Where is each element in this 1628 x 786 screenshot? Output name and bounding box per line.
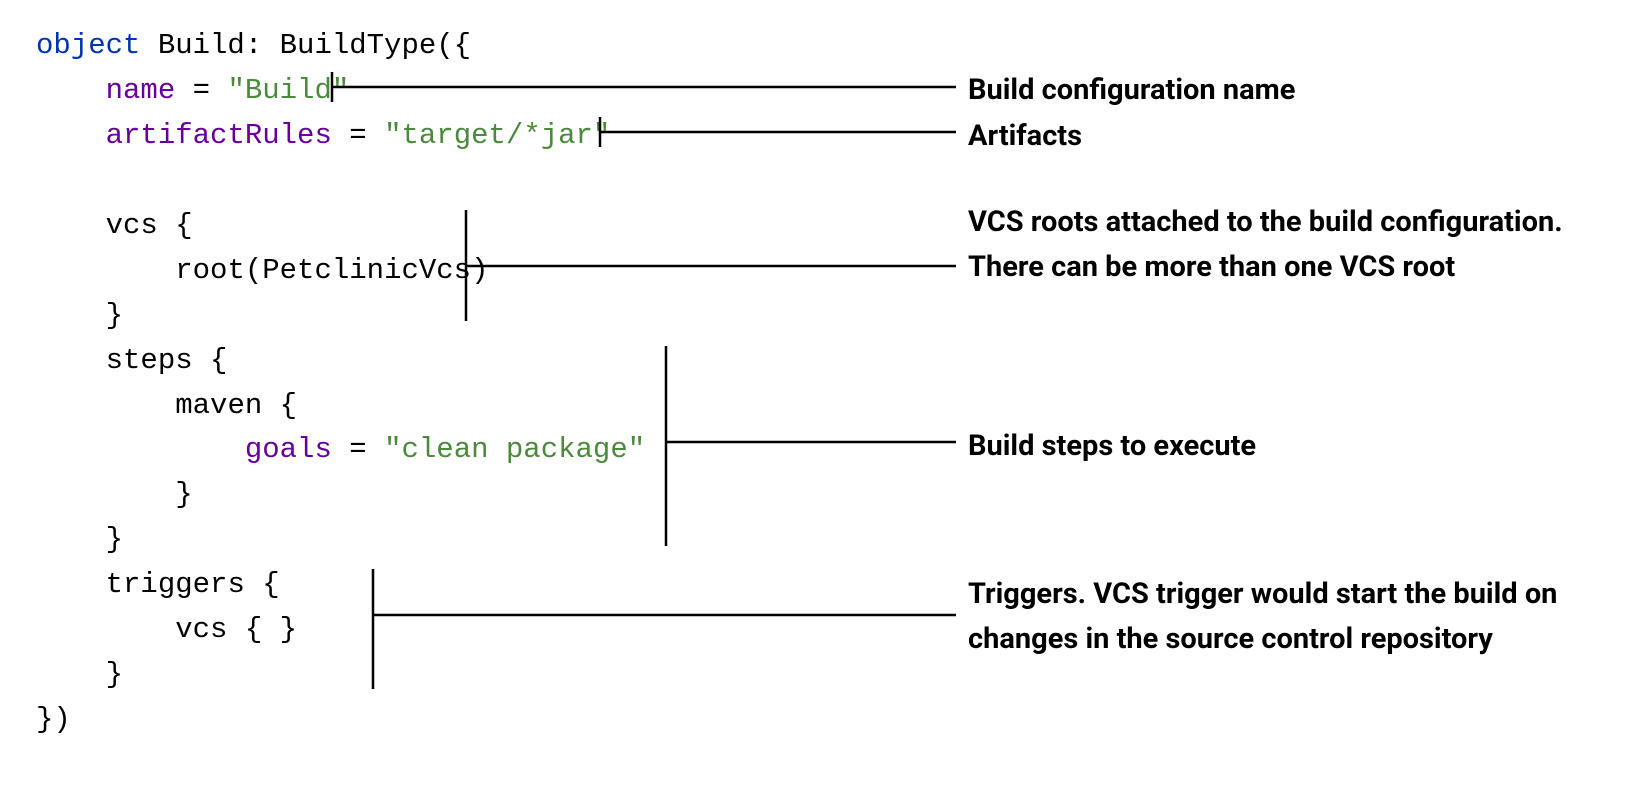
code-text: maven { (175, 389, 297, 422)
code-indent (36, 433, 245, 466)
code-text: vcs { } (175, 613, 297, 646)
annotation-artifacts: Artifacts (968, 114, 1618, 159)
code-indent (36, 119, 106, 152)
code-text: triggers { (106, 568, 280, 601)
code-text: root(PetclinicVcs) (175, 254, 488, 287)
code-text: } (106, 299, 123, 332)
annotation-triggers: Triggers. VCS trigger would start the bu… (968, 572, 1618, 662)
code-text: } (106, 658, 123, 691)
code-property: artifactRules (106, 119, 332, 152)
code-indent (36, 299, 106, 332)
code-indent (36, 389, 175, 422)
annotation-vcs-roots: VCS roots attached to the build configur… (968, 200, 1618, 290)
code-property: goals (245, 433, 332, 466)
code-indent (36, 568, 106, 601)
code-indent (36, 658, 106, 691)
code-operator: = (332, 119, 384, 152)
diagram-container: object Build: BuildType({ name = "Build"… (36, 24, 1592, 762)
code-indent (36, 613, 175, 646)
code-operator: = (332, 433, 384, 466)
code-text: }) (36, 703, 71, 736)
code-text: Build: BuildType({ (140, 29, 471, 62)
code-indent (36, 523, 106, 556)
code-indent (36, 209, 106, 242)
code-text: } (175, 478, 192, 511)
code-indent (36, 254, 175, 287)
code-property: name (106, 74, 176, 107)
code-keyword: object (36, 29, 140, 62)
annotation-build-config-name: Build configuration name (968, 68, 1618, 113)
code-text: } (106, 523, 123, 556)
code-indent (36, 478, 175, 511)
code-string: "target/*jar" (384, 119, 610, 152)
code-indent (36, 344, 106, 377)
code-text: vcs { (106, 209, 193, 242)
code-text: steps { (106, 344, 228, 377)
code-string: "Build" (227, 74, 349, 107)
code-indent (36, 74, 106, 107)
code-snippet: object Build: BuildType({ name = "Build"… (36, 24, 645, 743)
annotation-build-steps: Build steps to execute (968, 424, 1618, 469)
code-string: "clean package" (384, 433, 645, 466)
code-operator: = (175, 74, 227, 107)
